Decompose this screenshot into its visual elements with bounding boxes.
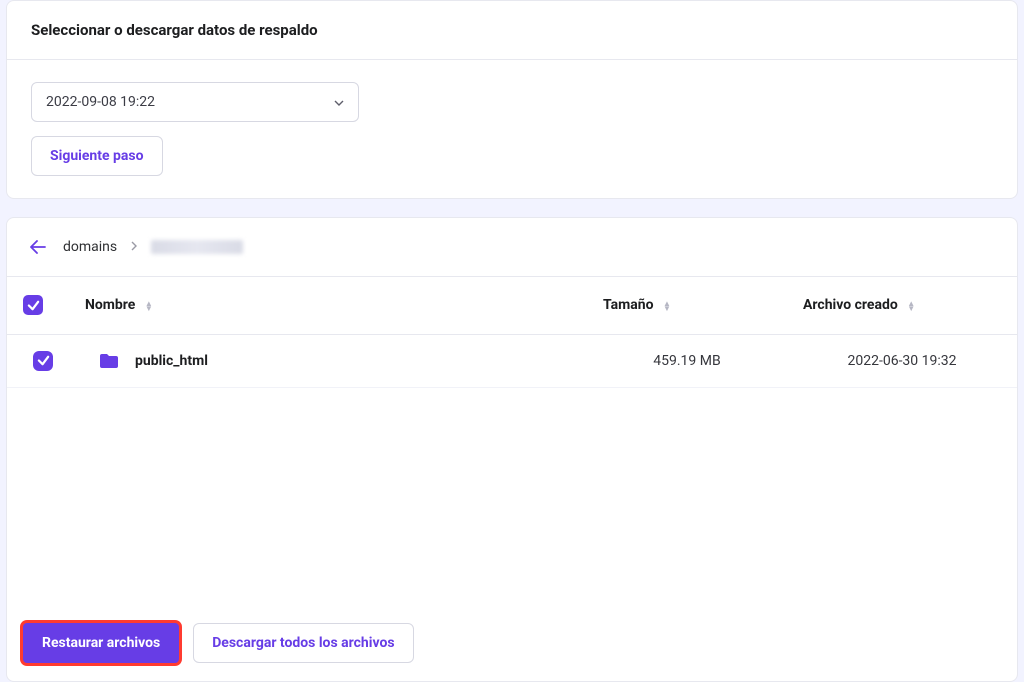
header-size[interactable]: Tamaño ▲▼ [587,277,787,334]
chevron-right-icon [131,240,137,254]
restore-label: Restaurar archivos [42,635,160,651]
select-all-checkbox[interactable] [23,295,43,315]
download-all-label: Descargar todos los archivos [212,635,394,651]
row-checkbox[interactable] [33,351,53,371]
download-all-button[interactable]: Descargar todos los archivos [193,623,413,663]
back-arrow-icon[interactable] [27,236,49,258]
footer-actions: Restaurar archivos Descargar todos los a… [7,607,1017,681]
backup-selection-card: Seleccionar o descargar datos de respald… [6,0,1018,199]
file-table-wrap: Nombre ▲▼ Tamaño ▲▼ Archivo creado ▲▼ [7,277,1017,607]
sort-icon: ▲▼ [663,301,671,311]
breadcrumb: domains [7,218,1017,277]
restore-files-button[interactable]: Restaurar archivos [23,623,179,663]
header-checkbox-cell [7,277,69,334]
row-size: 459.19 MB [587,334,787,388]
backup-date-value: 2022-09-08 19:22 [46,94,155,110]
folder-icon [99,353,119,369]
header-size-label: Tamaño [603,297,654,313]
chevron-down-icon [334,94,344,110]
header-name-label: Nombre [85,297,135,313]
header-created-label: Archivo creado [803,297,898,313]
panel-title: Seleccionar o descargar datos de respald… [7,1,1017,60]
header-created[interactable]: Archivo creado ▲▼ [787,277,1017,334]
panel-body: 2022-09-08 19:22 Siguiente paso [7,60,1017,198]
row-created: 2022-06-30 19:32 [787,334,1017,388]
file-browser-card: domains Nombre ▲▼ [6,217,1018,682]
file-table: Nombre ▲▼ Tamaño ▲▼ Archivo creado ▲▼ [7,277,1017,388]
table-row[interactable]: public_html 459.19 MB 2022-06-30 19:32 [7,334,1017,388]
backup-date-select[interactable]: 2022-09-08 19:22 [31,82,359,122]
sort-icon: ▲▼ [145,301,153,311]
breadcrumb-current-redacted [151,240,243,254]
sort-icon: ▲▼ [907,301,915,311]
header-name[interactable]: Nombre ▲▼ [69,277,587,334]
breadcrumb-root[interactable]: domains [63,239,117,255]
row-name: public_html [135,353,208,369]
next-step-label: Siguiente paso [50,148,144,164]
next-step-button[interactable]: Siguiente paso [31,136,163,176]
